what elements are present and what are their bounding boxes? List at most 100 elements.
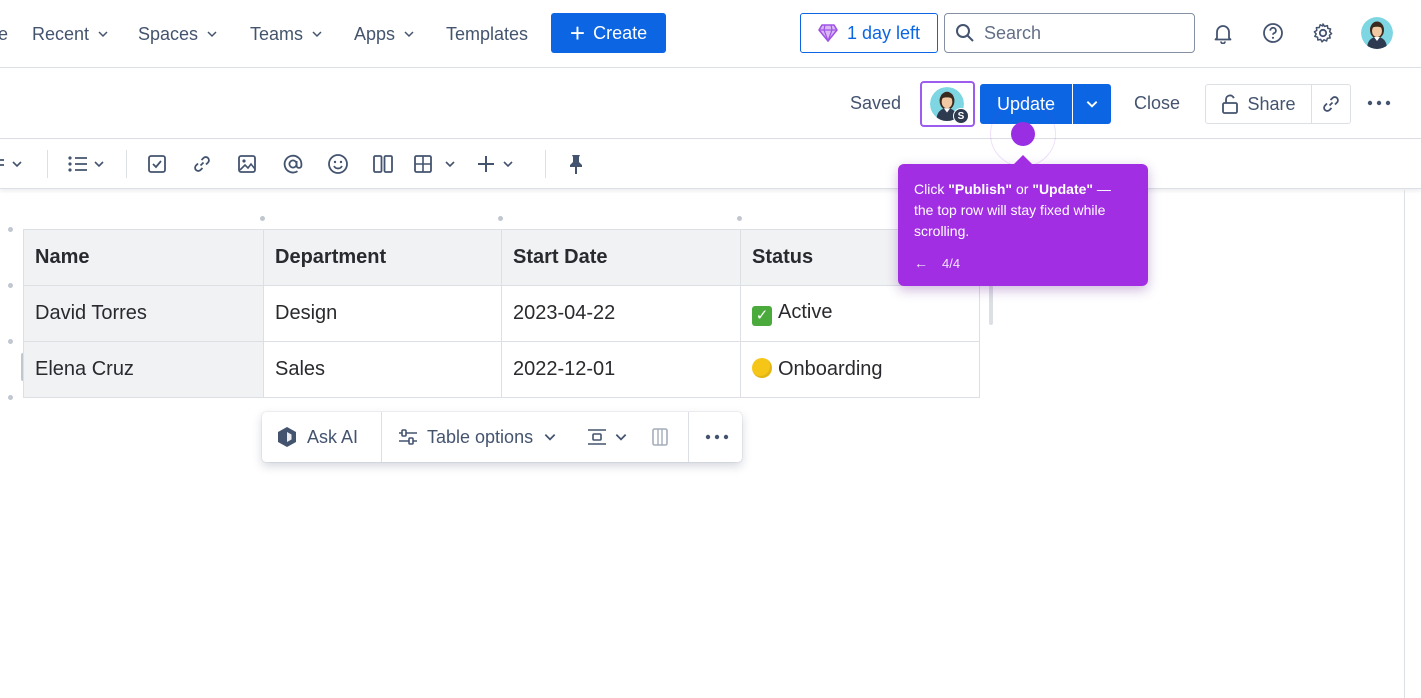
search-icon bbox=[956, 24, 974, 42]
share-button-label: Share bbox=[1247, 93, 1296, 114]
table-cell[interactable]: Elena Cruz bbox=[23, 341, 264, 398]
table-cell-status[interactable]: Onboarding bbox=[740, 341, 980, 398]
nav-templates[interactable]: Templates bbox=[446, 20, 528, 48]
alignment-menu[interactable] bbox=[0, 152, 30, 176]
column-layout-icon[interactable] bbox=[651, 425, 669, 449]
table-cell[interactable]: David Torres bbox=[23, 285, 264, 342]
insert-more-menu[interactable] bbox=[476, 152, 520, 176]
row-handle[interactable] bbox=[8, 339, 13, 344]
update-options-button[interactable] bbox=[1073, 84, 1111, 124]
nav-spaces-label: Spaces bbox=[138, 23, 199, 44]
create-button-label: Create bbox=[593, 22, 648, 43]
top-navigation: e Recent Spaces Teams Apps Templates + C… bbox=[0, 0, 1421, 68]
table-more-icon[interactable] bbox=[705, 425, 729, 449]
create-button[interactable]: + Create bbox=[551, 13, 666, 53]
tooltip-footer: ← 4/4 bbox=[914, 253, 960, 274]
employee-table: Name Department Start Date Status David … bbox=[23, 229, 980, 398]
row-handle[interactable] bbox=[8, 227, 13, 232]
ask-ai-button[interactable]: Ask AI bbox=[275, 425, 358, 449]
share-button[interactable]: Share bbox=[1205, 84, 1312, 124]
table-header-cell[interactable]: Start Date bbox=[501, 229, 741, 286]
nav-recent[interactable]: Recent bbox=[32, 20, 109, 48]
chevron-down-icon bbox=[404, 31, 414, 38]
copy-link-button[interactable] bbox=[1311, 84, 1351, 124]
align-center-icon bbox=[588, 429, 606, 445]
table-options-label: Table options bbox=[427, 426, 534, 447]
nav-spaces[interactable]: Spaces bbox=[138, 20, 218, 48]
plus-icon: + bbox=[569, 18, 586, 48]
tooltip-step-counter: 4/4 bbox=[942, 256, 961, 271]
bullet-list-icon[interactable] bbox=[67, 152, 109, 176]
mention-icon[interactable] bbox=[282, 152, 304, 176]
table-header-row: Name Department Start Date Status bbox=[23, 229, 980, 286]
table-header-cell[interactable]: Department bbox=[263, 229, 502, 286]
tooltip-text-1: Click bbox=[914, 181, 949, 197]
column-handle[interactable] bbox=[260, 216, 265, 221]
emoji-icon[interactable] bbox=[327, 152, 349, 176]
toolbar-divider bbox=[545, 150, 546, 178]
toolbar-divider bbox=[381, 412, 382, 462]
chevron-down-icon bbox=[615, 434, 627, 441]
tooltip-publish: "Publish" bbox=[948, 181, 1013, 197]
table-resize-grip[interactable] bbox=[989, 285, 993, 325]
table-cell[interactable]: Design bbox=[263, 285, 502, 342]
more-actions-icon[interactable] bbox=[1367, 93, 1391, 113]
status-text: Onboarding bbox=[778, 358, 883, 380]
tooltip-or: or bbox=[1012, 181, 1033, 197]
table-insert-menu[interactable] bbox=[414, 152, 460, 176]
table-floating-toolbar: Ask AI Table options bbox=[262, 412, 742, 462]
table-options-menu[interactable]: Table options bbox=[397, 425, 557, 449]
chevron-down-icon bbox=[98, 31, 108, 38]
saved-status: Saved bbox=[850, 93, 902, 113]
toolbar-divider bbox=[688, 412, 689, 462]
nav-templates-label: Templates bbox=[446, 23, 529, 44]
collaborator-badge: S bbox=[953, 108, 969, 124]
row-handle[interactable] bbox=[8, 283, 13, 288]
nav-apps[interactable]: Apps bbox=[354, 20, 415, 48]
table-header-cell[interactable]: Name bbox=[23, 229, 264, 286]
scroll-track bbox=[1404, 190, 1405, 698]
table-alignment-menu[interactable] bbox=[587, 425, 628, 449]
image-icon[interactable] bbox=[237, 152, 257, 176]
table-cell[interactable]: 2023-04-22 bbox=[501, 285, 741, 342]
trial-button[interactable]: 1 day left bbox=[800, 13, 938, 53]
help-icon[interactable] bbox=[1260, 20, 1286, 46]
pin-toolbar-icon[interactable] bbox=[566, 152, 586, 176]
editor-toolbar bbox=[0, 140, 1421, 189]
user-avatar[interactable] bbox=[1361, 17, 1393, 49]
unlock-icon bbox=[1222, 94, 1239, 114]
row-handle[interactable] bbox=[8, 395, 13, 400]
settings-gear-icon[interactable] bbox=[1310, 20, 1336, 46]
notifications-icon[interactable] bbox=[1210, 20, 1236, 46]
table-row: David Torres Design 2023-04-22 ✓ Active bbox=[23, 285, 980, 342]
search-input[interactable]: Search bbox=[944, 13, 1195, 53]
back-arrow-icon[interactable]: ← bbox=[914, 253, 928, 274]
nav-teams[interactable]: Teams bbox=[250, 20, 323, 48]
search-placeholder: Search bbox=[984, 22, 1042, 43]
nav-item-partial[interactable]: e bbox=[0, 20, 8, 48]
chevron-down-icon bbox=[312, 31, 322, 38]
status-text: Active bbox=[778, 301, 833, 323]
diamond-icon bbox=[818, 24, 838, 42]
nav-recent-label: Recent bbox=[32, 23, 90, 44]
guide-beacon[interactable] bbox=[1011, 122, 1035, 146]
layout-columns-icon[interactable] bbox=[372, 152, 394, 176]
column-handle[interactable] bbox=[498, 216, 503, 221]
guide-tooltip: Click "Publish" or "Update" — the top ro… bbox=[898, 155, 1148, 286]
column-handle[interactable] bbox=[737, 216, 742, 221]
table-cell[interactable]: 2022-12-01 bbox=[501, 341, 741, 398]
trial-button-label: 1 day left bbox=[846, 22, 921, 43]
table-cell[interactable]: Sales bbox=[263, 341, 502, 398]
yellow-circle-emoji-icon bbox=[752, 358, 772, 378]
chevron-down-icon bbox=[544, 434, 556, 441]
link-icon[interactable] bbox=[192, 152, 212, 176]
table-row: Elena Cruz Sales 2022-12-01 Onboarding bbox=[23, 341, 980, 398]
collaborator-avatar-highlight[interactable]: S bbox=[920, 81, 975, 127]
action-item-checkbox-icon[interactable] bbox=[147, 152, 167, 176]
toolbar-divider bbox=[126, 150, 127, 178]
ask-ai-label: Ask AI bbox=[307, 426, 359, 447]
table-cell-status[interactable]: ✓ Active bbox=[740, 285, 980, 342]
page-action-bar: Saved S Update Close Share bbox=[0, 69, 1421, 139]
close-button[interactable]: Close bbox=[1134, 93, 1180, 114]
tooltip-update: "Update" bbox=[1032, 181, 1094, 197]
